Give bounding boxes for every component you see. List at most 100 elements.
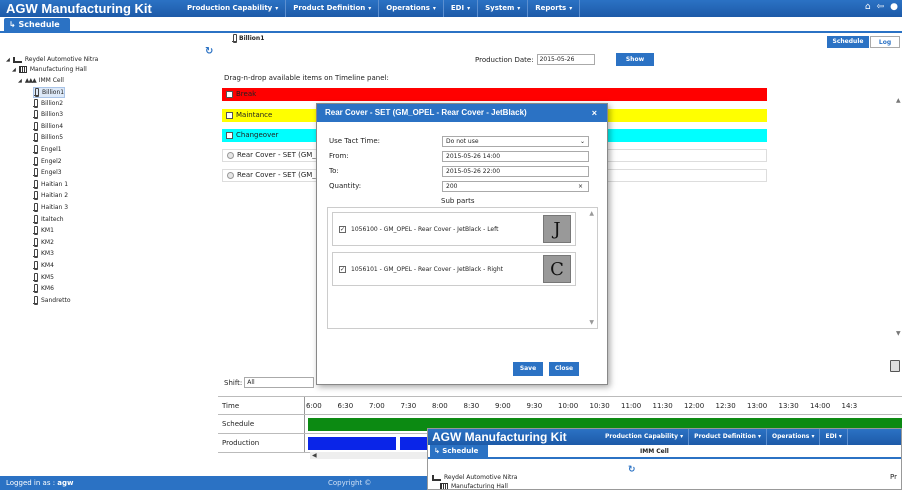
- machine-item[interactable]: Engel1: [33, 145, 62, 154]
- product-dialog: Rear Cover - SET (GM_OPEL - Rear Cover -…: [316, 103, 608, 385]
- from-input[interactable]: 2015-05-26 14:00: [442, 151, 589, 162]
- shift-input[interactable]: All: [244, 377, 315, 388]
- machine-label: KM3: [41, 250, 54, 258]
- subpart-row[interactable]: ✓ 1056100 - GM_OPEL - Rear Cover - JetBl…: [332, 212, 576, 246]
- machine-item[interactable]: KM1: [33, 226, 54, 236]
- scroll-down-icon[interactable]: ▼: [896, 330, 901, 337]
- machine-item[interactable]: Sandretto: [33, 295, 71, 305]
- machine-icon: [33, 121, 38, 131]
- machine-label: Haitian 1: [41, 180, 69, 188]
- menu-edi[interactable]: EDI ▾: [444, 0, 479, 17]
- machine-item[interactable]: Billion4: [33, 121, 63, 131]
- collapse-icon[interactable]: ◢: [18, 78, 22, 84]
- refresh-icon[interactable]: ↻: [205, 46, 213, 57]
- machine-item[interactable]: Haitian 1: [33, 179, 69, 189]
- thumb-refresh-icon[interactable]: ↻: [628, 465, 636, 475]
- close-icon[interactable]: ×: [592, 104, 597, 122]
- machine-item[interactable]: KM6: [33, 284, 54, 294]
- scroll-down-icon[interactable]: ▼: [589, 319, 594, 326]
- machine-item[interactable]: KM5: [33, 272, 54, 282]
- main-menu: Production Capability ▾ Product Definitio…: [180, 0, 581, 17]
- machine-item[interactable]: Haitian 3: [33, 203, 68, 212]
- machine-item[interactable]: KM4: [33, 261, 54, 270]
- thumb-tree-hall[interactable]: Manufacturing Hall: [440, 483, 508, 489]
- time-tick: 7:00: [369, 402, 385, 410]
- machine-item[interactable]: Haitian 2: [33, 191, 68, 201]
- time-tick: 12:30: [715, 402, 736, 410]
- horizontal-scrollbar[interactable]: ◀: [310, 452, 430, 459]
- thumb-tree-company[interactable]: Reydel Automotive Nitra: [432, 474, 517, 481]
- tree-cell[interactable]: ◢ ▲▲▲ IMM Cell: [18, 77, 64, 84]
- machine-item[interactable]: Billion2: [33, 98, 63, 108]
- subpart-checkbox[interactable]: ✓: [339, 265, 346, 273]
- production-block[interactable]: [308, 437, 396, 450]
- scroll-up-icon[interactable]: ▲: [589, 210, 594, 217]
- schedule-button[interactable]: Schedule: [827, 36, 869, 48]
- machine-icon: [33, 284, 38, 294]
- subpart-checkbox[interactable]: ✓: [339, 225, 346, 233]
- tact-select[interactable]: Do not use ⌄: [442, 136, 589, 147]
- close-button[interactable]: Close: [549, 362, 579, 376]
- machine-item[interactable]: Billion5: [33, 133, 63, 143]
- machine-icon: [33, 203, 38, 212]
- tree-company[interactable]: ◢ Reydel Automotive Nitra: [6, 56, 98, 63]
- item-square-icon: [226, 112, 233, 119]
- machine-item[interactable]: Engel3: [33, 168, 62, 178]
- machine-icon: [33, 98, 38, 108]
- show-button[interactable]: Show: [616, 53, 654, 66]
- machine-item[interactable]: KM2: [33, 237, 54, 247]
- thumb-menu-item[interactable]: EDI ▾: [820, 429, 848, 445]
- subparts-label: Sub parts: [441, 197, 475, 205]
- home-icon[interactable]: ⌂: [865, 2, 871, 12]
- time-tick: 6:00: [306, 402, 322, 410]
- menu-system[interactable]: System ▾: [478, 0, 529, 17]
- machine-item[interactable]: Billion1: [33, 87, 66, 98]
- time-tick: 11:00: [621, 402, 642, 410]
- quantity-input[interactable]: 200 ×: [442, 181, 589, 192]
- info-icon[interactable]: ●: [890, 2, 898, 12]
- caret-down-icon: ▾: [368, 5, 372, 12]
- hall-icon: [440, 483, 448, 489]
- thumb-menu-item[interactable]: Production Capability ▾: [600, 429, 690, 445]
- chevron-down-icon: ⌄: [579, 138, 585, 145]
- machine-label: Sandretto: [41, 296, 71, 304]
- machine-icon: [33, 261, 38, 270]
- machine-icon: [33, 237, 38, 247]
- machine-item[interactable]: Engel2: [33, 156, 62, 166]
- machine-item[interactable]: Billion3: [33, 110, 63, 120]
- machine-label: Italtech: [41, 215, 64, 223]
- tree-hall[interactable]: ◢ Manufacturing Hall: [12, 66, 87, 73]
- time-tick: 14:00: [810, 402, 831, 410]
- menu-production-capability[interactable]: Production Capability ▾: [180, 0, 287, 17]
- clear-icon[interactable]: ×: [578, 182, 583, 192]
- thumb-menu-item[interactable]: Product Definition ▾: [689, 429, 767, 445]
- to-input[interactable]: 2015-05-26 22:00: [442, 166, 589, 177]
- cell-icon: ▲▲▲: [24, 77, 37, 84]
- machine-icon: [33, 145, 38, 154]
- thumb-schedule-tab[interactable]: ↳ Schedule: [430, 445, 488, 457]
- machine-label: Billion1: [232, 34, 264, 43]
- collapse-icon[interactable]: ◢: [12, 67, 16, 73]
- menu-reports[interactable]: Reports ▾: [528, 0, 581, 17]
- schedule-tab[interactable]: ↳ Schedule: [4, 18, 70, 32]
- machine-label: Engel1: [41, 146, 62, 153]
- production-date-input[interactable]: 2015-05-26: [536, 54, 595, 65]
- save-button[interactable]: Save: [513, 362, 543, 376]
- menu-product-definition[interactable]: Product Definition ▾: [286, 0, 380, 17]
- machine-icon: [34, 88, 39, 97]
- log-button[interactable]: Log: [870, 36, 900, 48]
- top-bar: AGW Manufacturing Kit Production Capabil…: [0, 0, 902, 17]
- top-icons: ⌂ ⇦ ●: [865, 2, 898, 12]
- thumb-menu-item[interactable]: Operations ▾: [767, 429, 821, 445]
- collapse-icon[interactable]: ◢: [6, 57, 10, 63]
- menu-operations[interactable]: Operations ▾: [379, 0, 444, 17]
- subpart-row[interactable]: ✓ 1056101 - GM_OPEL - Rear Cover - JetBl…: [332, 252, 576, 286]
- scroll-up-icon[interactable]: ▲: [896, 97, 901, 104]
- timeline-item-break[interactable]: Break: [222, 88, 767, 101]
- machine-item[interactable]: Italtech: [33, 214, 64, 224]
- time-tick: 11:30: [652, 402, 673, 410]
- machine-item[interactable]: KM3: [33, 249, 54, 259]
- logout-icon[interactable]: ⇦: [877, 2, 885, 12]
- trash-icon[interactable]: [890, 360, 900, 372]
- caret-down-icon: ▾: [517, 5, 521, 12]
